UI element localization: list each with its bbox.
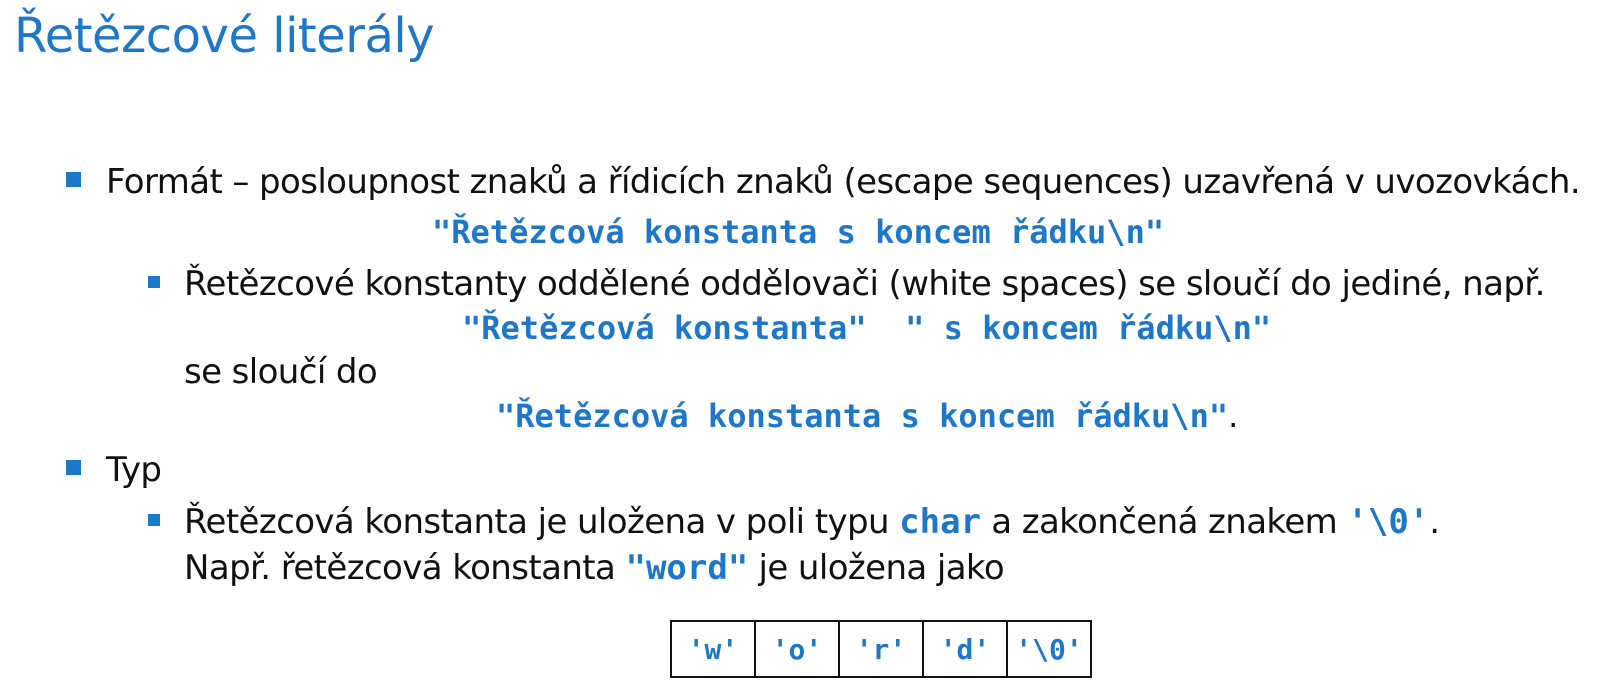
char-cell: 'r' — [838, 620, 924, 678]
code-terminator: '\0' — [1347, 502, 1430, 542]
code-example-merged: "Řetězcová konstanta s koncem řádku\n" — [496, 397, 1229, 435]
bullet-format-text: Formát – posloupnost znaků a řídicích zn… — [106, 162, 1581, 202]
char-cell: '\0' — [1006, 620, 1092, 678]
char-array-row: 'w' 'o' 'r' 'd' '\0' — [670, 620, 1092, 678]
type-line2-a: Např. řetězcová konstanta — [184, 548, 616, 588]
type-line1-b: a zakončená znakem — [991, 502, 1338, 542]
merge-label: se sloučí do — [184, 352, 378, 392]
char-array-table: 'w' 'o' 'r' 'd' '\0' — [670, 620, 1092, 678]
slide-title: Řetězcové literály — [14, 8, 435, 64]
type-line1-c: . — [1429, 502, 1440, 542]
bullet-marker — [66, 460, 81, 475]
code-example-parts: "Řetězcová konstanta" " s koncem řádku\n… — [462, 309, 1272, 347]
type-line2-b: je uložena jako — [758, 548, 1005, 588]
sub-bullet-marker — [148, 514, 160, 526]
code-word: "word" — [625, 548, 749, 588]
sub-bullet-marker — [148, 276, 160, 288]
char-cell: 'o' — [754, 620, 840, 678]
sub-bullet-type-line1: Řetězcová konstanta je uložena v poli ty… — [184, 502, 1440, 542]
code-example-string: "Řetězcová konstanta s koncem řádku\n" — [432, 213, 1165, 251]
bullet-type-text: Typ — [106, 450, 162, 490]
char-cell: 'd' — [922, 620, 1008, 678]
code-example-merged-line: "Řetězcová konstanta s koncem řádku\n". — [496, 396, 1238, 436]
char-cell: 'w' — [670, 620, 756, 678]
code-char-type: char — [899, 502, 982, 542]
sub-bullet-type-line2: Např. řetězcová konstanta "word" je ulož… — [184, 548, 1005, 588]
period: . — [1228, 397, 1239, 435]
type-line1-a: Řetězcová konstanta je uložena v poli ty… — [184, 502, 890, 542]
sub-bullet-concat-text: Řetězcové konstanty oddělené oddělovači … — [184, 264, 1545, 304]
bullet-marker — [66, 172, 81, 187]
